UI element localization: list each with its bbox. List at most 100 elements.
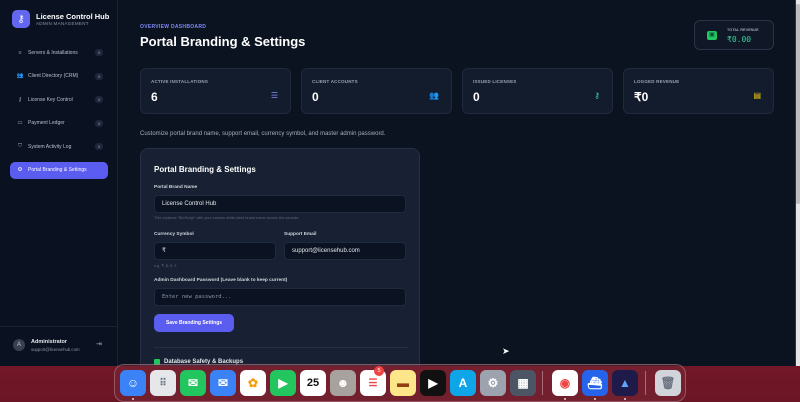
page-title: Portal Branding & Settings — [140, 34, 306, 49]
sidebar-item-label: Servers & Installations — [28, 49, 78, 56]
logout-icon[interactable]: ⇥ — [96, 340, 102, 348]
chrome-icon[interactable]: ◉ — [552, 370, 578, 396]
stat-card-licenses: ISSUED LICENSES 0 ⚷ — [462, 68, 613, 114]
receipt-icon: ▤ — [753, 91, 761, 100]
sidebar-item-count: 0 — [95, 96, 103, 103]
key-icon: ⚷ — [17, 96, 23, 103]
sidebar: ⚷ License Control Hub ADMIN MANAGEMENT ≡… — [0, 0, 118, 366]
support-email-label: Support Email — [284, 232, 317, 237]
calendar-icon[interactable]: 25 — [300, 370, 326, 396]
brand[interactable]: ⚷ License Control Hub ADMIN MANAGEMENT — [12, 10, 109, 28]
stat-value: 6 — [151, 90, 158, 104]
running-indicator — [594, 398, 596, 400]
sidebar-item-count: 0 — [95, 72, 103, 80]
sidebar-item-clients[interactable]: 👥 Client Directory (CRM) 0 — [10, 68, 108, 85]
sidebar-nav: ≡ Servers & Installations 0 👥 Client Dir… — [10, 44, 108, 185]
total-revenue-card: ▣ TOTAL REVENUE ₹0.00 — [694, 20, 774, 50]
users-icon: 👥 — [16, 73, 24, 79]
stat-label: ACTIVE INSTALLATIONS — [151, 79, 209, 84]
password-label: Admin Dashboard Password (Leave blank to… — [154, 278, 288, 283]
reminders-badge: 5 — [374, 366, 384, 376]
stat-label: CLIENT ACCOUNTS — [312, 79, 358, 84]
dock-separator — [645, 371, 646, 395]
revenue-value: ₹0.00 — [727, 35, 752, 44]
currency-input[interactable]: ₹ — [154, 242, 276, 260]
sidebar-item-servers[interactable]: ≡ Servers & Installations 0 — [10, 44, 108, 61]
notes-icon[interactable]: ▬ — [390, 370, 416, 396]
launchpad-icon[interactable]: ⠿ — [150, 370, 176, 396]
sidebar-item-license-keys[interactable]: ⚷ License Key Control 0 — [10, 91, 108, 108]
sidebar-item-label: Payment Ledger — [28, 120, 65, 126]
macos-dock: ☺ ⠿ ✉ ✉ ✿ ▶ 25 ☻ ☰ 5 ▬ ▶ A ⚙ ▦ ◉ ⛴ ▲ 🗑 — [114, 364, 686, 402]
system-settings-icon[interactable]: ⚙ — [480, 370, 506, 396]
trash-icon[interactable]: 🗑 — [655, 370, 681, 396]
gear-icon: ⚙ — [17, 167, 23, 173]
messages-icon[interactable]: ✉ — [180, 370, 206, 396]
stat-value: 0 — [473, 90, 480, 104]
page-eyebrow: OVERVIEW DASHBOARD — [140, 24, 207, 30]
sidebar-item-label: Client Directory (CRM) — [28, 73, 79, 79]
sidebar-item-count: 0 — [95, 143, 103, 150]
sidebar-item-label: Portal Branding & Settings — [28, 167, 87, 173]
app-window: ⚷ License Control Hub ADMIN MANAGEMENT ≡… — [0, 0, 796, 366]
support-email-input[interactable]: support@licensehub.com — [284, 242, 406, 260]
branding-form-panel: Portal Branding & Settings Portal Brand … — [140, 148, 420, 366]
sidebar-user: A Administrator support@licensehub.com ⇥ — [0, 326, 118, 366]
facetime-icon[interactable]: ▶ — [270, 370, 296, 396]
save-branding-button[interactable]: Save Branding Settings — [154, 314, 234, 332]
scrollbar-thumb[interactable] — [796, 4, 800, 204]
sidebar-item-label: License Key Control — [28, 96, 73, 103]
revenue-label: TOTAL REVENUE — [727, 28, 759, 32]
apple-tv-icon[interactable]: ▶ — [420, 370, 446, 396]
finder-icon[interactable]: ☺ — [120, 370, 146, 396]
sidebar-item-count: 0 — [95, 49, 103, 56]
page-description: Customize portal brand name, support ema… — [140, 131, 386, 137]
window-scrollbar[interactable] — [796, 0, 800, 366]
stat-label: ISSUED LICENSES — [473, 79, 517, 84]
panel-title: Portal Branding & Settings — [154, 165, 256, 174]
stat-value: ₹0 — [634, 90, 649, 104]
key-logo-icon: ⚷ — [12, 10, 30, 28]
affinity-icon[interactable]: ▲ — [612, 370, 638, 396]
server-stack-icon: ☰ — [270, 91, 278, 100]
mouse-cursor-icon: ➤ — [502, 346, 510, 356]
brand-name-input[interactable]: License Control Hub — [154, 195, 406, 213]
calculator-icon[interactable]: ▦ — [510, 370, 536, 396]
running-indicator — [132, 398, 134, 400]
shield-icon: ⛉ — [17, 143, 23, 149]
photos-icon[interactable]: ✿ — [240, 370, 266, 396]
user-email: support@licensehub.com — [31, 347, 80, 352]
section-divider — [154, 347, 408, 348]
currency-label: Currency Symbol — [154, 232, 194, 237]
sidebar-item-branding[interactable]: ⚙ Portal Branding & Settings — [10, 161, 108, 179]
sidebar-item-label: System Activity Log — [28, 143, 72, 150]
running-indicator — [564, 398, 566, 400]
sidebar-item-activity-log[interactable]: ⛉ System Activity Log 0 — [10, 138, 108, 155]
main-content: OVERVIEW DASHBOARD Portal Branding & Set… — [118, 0, 795, 366]
stat-card-installations: ACTIVE INSTALLATIONS 6 ☰ — [140, 68, 291, 114]
stat-card-clients: CLIENT ACCOUNTS 0 👥 — [301, 68, 452, 114]
sidebar-item-count: 0 — [95, 119, 103, 127]
stat-card-revenue: LOGGED REVENUE ₹0 ▤ — [623, 68, 774, 114]
user-name: Administrator — [31, 339, 68, 345]
avatar: A — [13, 339, 25, 351]
wallet-icon: ▣ — [707, 31, 717, 40]
stat-label: LOGGED REVENUE — [634, 79, 680, 84]
password-input[interactable]: Enter new password... — [154, 288, 406, 306]
ledger-icon: ▭ — [17, 120, 23, 126]
brand-title: License Control Hub — [36, 12, 110, 21]
mail-icon[interactable]: ✉ — [210, 370, 236, 396]
docker-icon[interactable]: ⛴ — [582, 370, 608, 396]
brand-name-hint: This replaces "BioScript" with your cust… — [154, 216, 300, 220]
users-icon: 👥 — [429, 91, 439, 100]
brand-name-label: Portal Brand Name — [154, 185, 198, 190]
brand-subtitle: ADMIN MANAGEMENT — [36, 21, 89, 26]
contacts-icon[interactable]: ☻ — [330, 370, 356, 396]
currency-hint: e.g. ₹, $, €, £ — [154, 264, 177, 268]
app-store-icon[interactable]: A — [450, 370, 476, 396]
running-indicator — [624, 398, 626, 400]
sidebar-item-payments[interactable]: ▭ Payment Ledger 0 — [10, 115, 108, 132]
server-icon: ≡ — [18, 49, 22, 56]
key-icon: ⚷ — [594, 91, 600, 100]
dock-separator — [542, 371, 543, 395]
